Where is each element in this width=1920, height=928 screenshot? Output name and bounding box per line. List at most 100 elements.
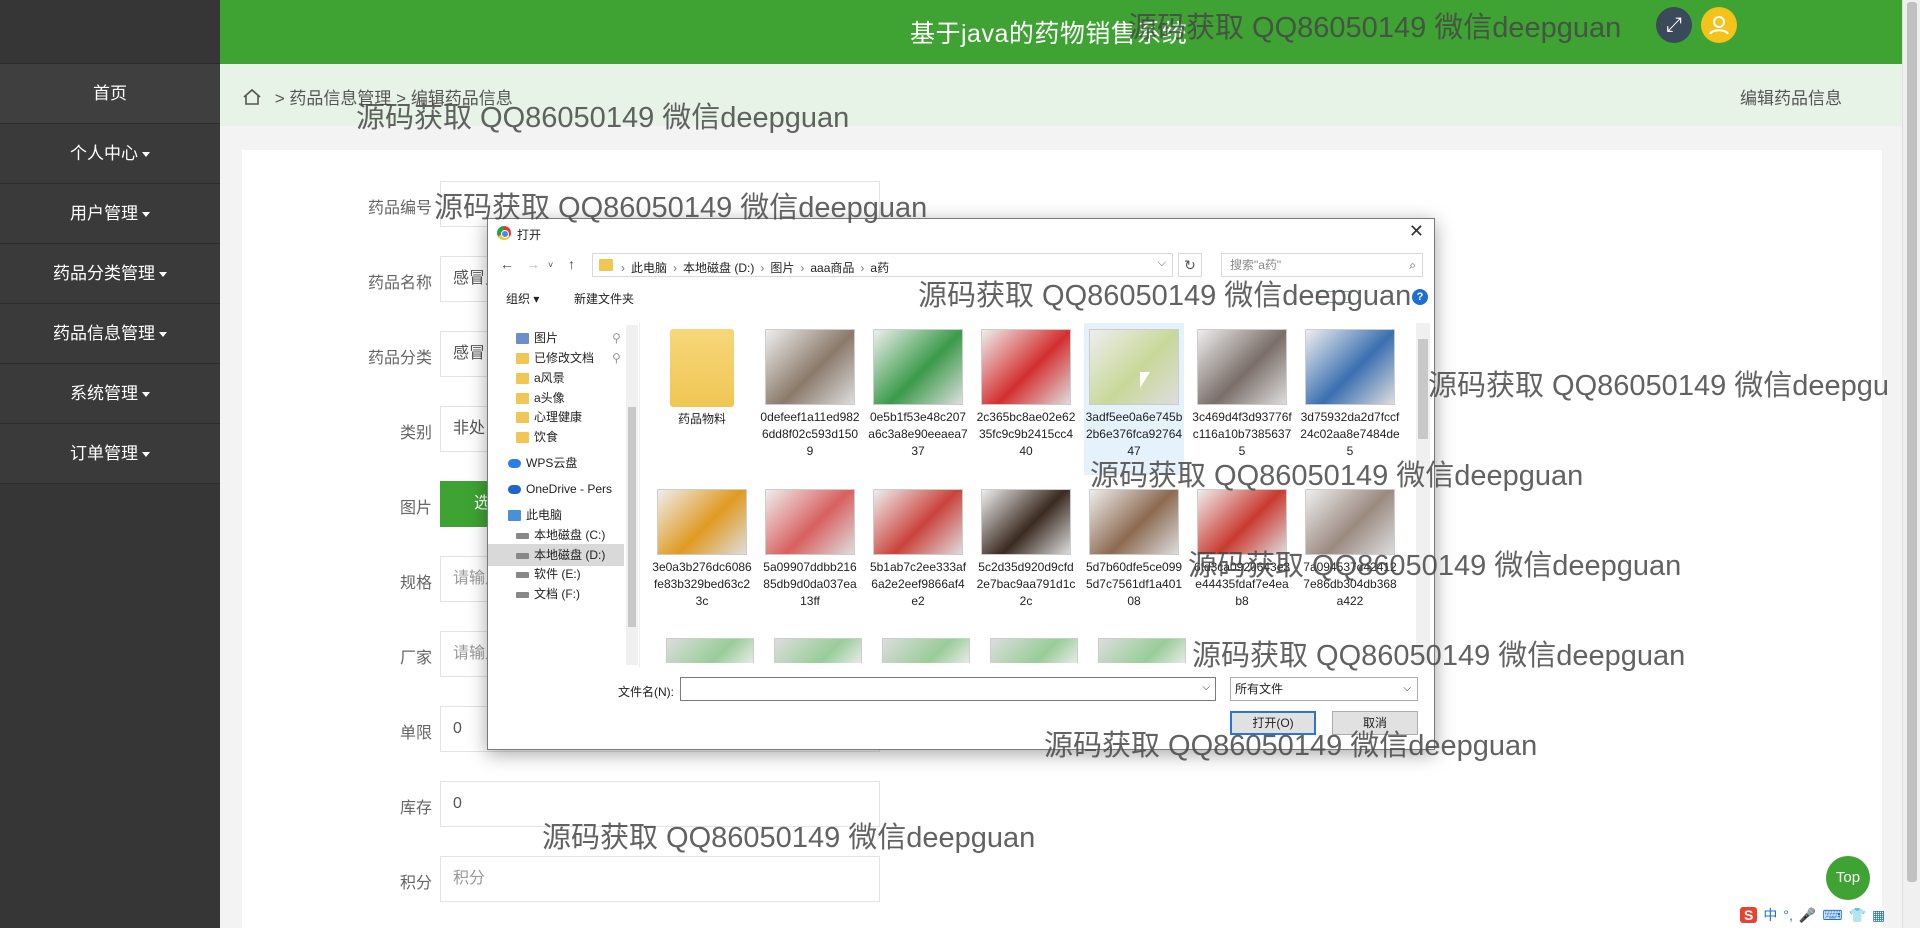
folder-item[interactable]: 药品物料 (652, 323, 752, 475)
filename-input[interactable]: ⌵ (680, 677, 1216, 701)
image-thumbnail[interactable] (1098, 638, 1186, 663)
nav-tree-item[interactable]: a风景 (488, 367, 624, 389)
image-thumbnail[interactable] (666, 638, 754, 663)
back-arrow-icon[interactable]: ← (500, 256, 514, 272)
folder-icon (516, 432, 529, 444)
form-label: 药品编号 (367, 200, 432, 217)
ime-toolbar[interactable]: S 中 °, 🎤 ⌨ 👕 ▦ (1740, 904, 1885, 926)
path-separator[interactable]: › (800, 261, 804, 275)
image-file-item[interactable]: 5d7b60dfe5ce0995d7c7561df1a40108 (1084, 483, 1184, 623)
path-separator[interactable]: › (673, 261, 677, 275)
nav-tree-item[interactable]: 文档 (F:) (488, 583, 624, 605)
image-thumbnail (873, 489, 963, 555)
image-file-item[interactable]: 3adf5ee0a6e745b2b6e376fca9276447 (1084, 323, 1184, 475)
form-label: 类别 (399, 425, 432, 442)
close-icon[interactable]: ✕ (1409, 221, 1424, 242)
chevron-down-icon[interactable]: ⌵ (1158, 257, 1166, 270)
top-header: 基于java的药物销售系统 ⤢ (220, 0, 1902, 64)
nav-tree-item[interactable]: WPS云盘 (488, 452, 624, 474)
sogou-ime-icon[interactable]: S (1740, 907, 1758, 923)
navigation-scrollbar[interactable] (626, 325, 638, 665)
home-icon[interactable] (242, 88, 262, 111)
microphone-icon[interactable]: 🎤 (1799, 907, 1816, 924)
punctuation-icon[interactable]: °, (1783, 907, 1793, 923)
up-arrow-icon[interactable]: ↑ (568, 256, 575, 272)
image-file-item[interactable]: 7a094537d424127e86db304db368a422 (1300, 483, 1400, 623)
image-file-item[interactable]: 3d75932da2d7fccf24c02aa8e7484de5 (1300, 323, 1400, 475)
path-separator[interactable]: › (860, 261, 864, 275)
image-thumbnail[interactable] (882, 638, 970, 663)
nav-tree-item[interactable]: 本地磁盘 (C:) (488, 524, 624, 546)
expand-icon[interactable]: ⤢ (1656, 7, 1692, 43)
organize-button[interactable]: 组织 ▾ (506, 290, 539, 307)
sidebar-item[interactable]: 首页 (0, 64, 220, 124)
nav-tree-item[interactable]: 已修改文档 ⚲ (488, 347, 624, 369)
recent-dropdown-icon[interactable]: ˅ (548, 260, 553, 270)
user-icon[interactable] (1701, 7, 1737, 43)
filename-label: 文件名(N): (618, 685, 674, 699)
view-options-icon[interactable] (1316, 291, 1350, 303)
sidebar-item[interactable]: 药品信息管理 (0, 304, 220, 364)
cancel-button[interactable]: 取消 (1332, 711, 1418, 735)
nav-tree-item[interactable]: 饮食 (488, 426, 624, 448)
path-segment[interactable]: 图片 (770, 261, 794, 275)
new-folder-button[interactable]: 新建文件夹 (574, 290, 634, 307)
page-scrollbar[interactable] (1902, 0, 1920, 928)
toolbox-icon[interactable]: ▦ (1872, 907, 1885, 924)
address-path[interactable]: › 此电脑 › 本地磁盘 (D:) › 图片 › aaa商品 › a药 (621, 259, 895, 276)
nav-tree-item[interactable]: 软件 (E:) (488, 563, 624, 585)
image-file-item[interactable]: 0defeef1a11ed9826dd8f02c593d1509 (760, 323, 860, 475)
image-file-item[interactable]: 2c365bc8ae02e6235fc9c9b2415cc440 (976, 323, 1076, 475)
refresh-icon[interactable]: ↻ (1178, 253, 1202, 277)
ime-mode[interactable]: 中 (1763, 905, 1777, 925)
search-icon: ⌕ (1409, 258, 1416, 272)
image-file-item[interactable]: 3e0a3b276dc6086fe83b329bed63c23c (652, 483, 752, 623)
address-bar[interactable]: › 此电脑 › 本地磁盘 (D:) › 图片 › aaa商品 › a药 ⌵ (592, 253, 1173, 277)
file-list-scrollbar[interactable] (1416, 323, 1430, 663)
back-to-top-button[interactable]: Top (1826, 856, 1870, 900)
image-thumbnail[interactable] (990, 638, 1078, 663)
nav-tree-item[interactable]: OneDrive - Pers (488, 478, 624, 500)
image-thumbnail (981, 329, 1071, 405)
skin-icon[interactable]: 👕 (1849, 907, 1866, 924)
image-thumbnail[interactable] (774, 638, 862, 663)
filetype-select[interactable]: 所有文件 ⌵ (1230, 677, 1418, 701)
nav-tree-item[interactable]: 心理健康 (488, 406, 624, 428)
path-segment[interactable]: 此电脑 (631, 261, 667, 275)
sidebar-item-label: 药品信息管理 (53, 324, 155, 343)
path-segment[interactable]: aaa商品 (810, 261, 854, 275)
form-input[interactable]: 积分 (440, 856, 880, 902)
breadcrumb-bar: > 药品信息管理 > 编辑药品信息 编辑药品信息 (220, 64, 1902, 126)
image-file-item[interactable]: 5b1ab7c2ee333af6a2e2eef9866af4e2 (868, 483, 968, 623)
form-input[interactable]: 0 (440, 781, 880, 827)
sidebar-item[interactable]: 个人中心 (0, 124, 220, 184)
sidebar-item[interactable]: 用户管理 (0, 184, 220, 244)
path-separator[interactable]: › (760, 261, 764, 275)
nav-tree-item[interactable]: 此电脑 (488, 504, 624, 526)
keyboard-icon[interactable]: ⌨ (1822, 907, 1842, 924)
sidebar-item[interactable]: 系统管理 (0, 364, 220, 424)
image-file-item[interactable]: 3c469d4f3d93776fc116a10b73856375 (1192, 323, 1292, 475)
forward-arrow-icon[interactable]: → (526, 256, 540, 272)
file-name: 7a094537d424127e86db304db368a422 (1303, 560, 1397, 608)
search-input[interactable]: 搜索"a药" ⌕ (1221, 253, 1423, 277)
path-segment[interactable]: 本地磁盘 (D:) (683, 261, 754, 275)
image-file-item[interactable]: 5a09907ddbb21685db9d0da037ea13ff (760, 483, 860, 623)
path-separator[interactable]: › (621, 261, 625, 275)
breadcrumb-level2: 编辑药品信息 (410, 89, 513, 108)
nav-tree-item[interactable]: 图片 ⚲ (488, 327, 624, 349)
image-file-item[interactable]: 6fd3ca0920643e3e44435fdaf7e4eab8 (1192, 483, 1292, 623)
image-file-item[interactable]: 5c2d35d920d9cfd2e7bac9aa791d1c2c (976, 483, 1076, 623)
sidebar-item[interactable]: 订单管理 (0, 424, 220, 484)
open-button[interactable]: 打开(O) (1230, 711, 1316, 735)
chevron-down-icon[interactable]: ⌵ (1202, 682, 1210, 693)
chevron-down-icon: ⌵ (1403, 683, 1411, 694)
form-label: 图片 (399, 500, 432, 517)
breadcrumb-level1[interactable]: 药品信息管理 (289, 89, 391, 108)
sidebar-item[interactable]: 药品分类管理 (0, 244, 220, 304)
image-file-item[interactable]: 0e5b1f53e48c207a6c3a8e90eeaea737 (868, 323, 968, 475)
folder-icon (516, 373, 529, 385)
help-icon[interactable]: ? (1412, 289, 1428, 305)
navigation-pane: 图片 ⚲ 已修改文档 ⚲ a风景 a头像 心理健康 饮食 WPS云盘 OneDrive - P… (488, 323, 640, 667)
path-segment[interactable]: a药 (870, 261, 889, 275)
